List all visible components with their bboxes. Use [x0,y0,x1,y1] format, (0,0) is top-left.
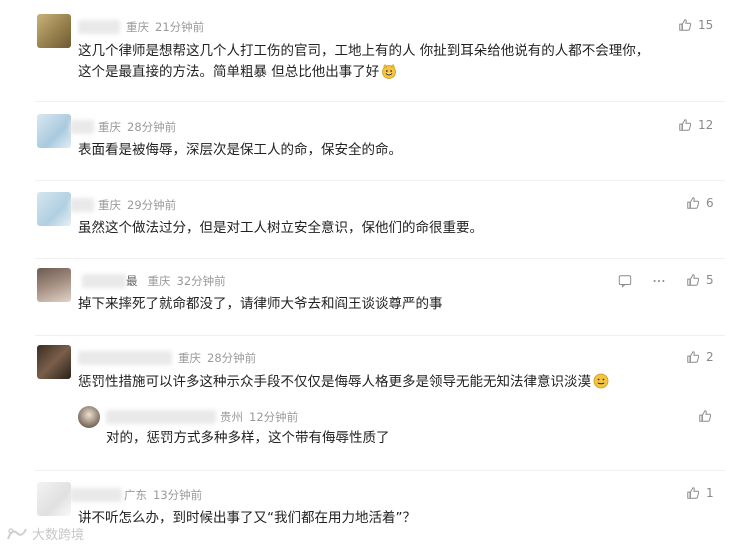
like-count: 12 [698,118,714,132]
comment-text: 惩罚性措施可以许多这种示众手段不仅仅是侮辱人格更多是领导无能无知法律意识淡漠 [78,372,609,393]
like-count: 1 [706,486,714,500]
timestamp: 28分钟前 [127,120,177,134]
avatar[interactable] [37,192,71,226]
username-blurred[interactable] [78,20,120,34]
timestamp: 29分钟前 [127,198,177,212]
location: 贵州 [220,410,243,424]
comment-text-line: 这几个律师是想帮这几个人打工伤的官司，工地上有的人 你扯到耳朵给他说有的人都不会… [78,43,650,59]
avatar[interactable] [37,482,71,516]
thumbs-up-icon [687,351,700,363]
divider [35,101,725,102]
thumbs-up-icon [687,274,700,286]
comment-text: 讲不听怎么办，到时候出事了又“我们都在用力地活着”？ [78,508,416,529]
location: 重庆 [98,120,121,134]
avatar[interactable] [37,268,71,302]
avatar[interactable] [37,14,71,48]
comment-text: 虽然这个做法过分，但是对工人树立安全意识，保他们的命很重要。 [78,218,483,239]
smile-emoji [593,373,609,389]
location: 广东 [124,488,147,502]
thumbs-up-icon [679,19,692,31]
username-blurred[interactable] [70,120,94,134]
comment-meta: 最重庆 32分钟前 [126,273,226,289]
reply-text: 对的，惩罚方式多种多样，这个带有侮辱性质了 [106,428,390,449]
comment-text-line: 讲不听怎么办，到时候出事了又“我们都在用力地活着”？ [78,510,416,526]
comment-text: 这几个律师是想帮这几个人打工伤的官司，工地上有的人 你扯到耳朵给他说有的人都不会… [78,41,649,83]
timestamp: 21分钟前 [155,20,205,34]
thumbs-up-icon [687,487,700,499]
comment-text-line: 这个是最直接的方法。简单粗暴 但总比他出事了好 [78,62,649,83]
divider [35,335,725,336]
comment-meta: 重庆 21分钟前 [126,19,204,35]
timestamp: 13分钟前 [153,488,203,502]
divider [35,258,725,259]
timestamp: 32分钟前 [176,274,226,288]
reply-meta: 贵州 12分钟前 [220,409,298,425]
location: 重庆 [147,274,171,288]
thumbs-up-icon [679,119,692,131]
location: 重庆 [126,20,149,34]
comment-text-line: 惩罚性措施可以许多这种示众手段不仅仅是侮辱人格更多是领导无能无知法律意识淡漠 [78,372,609,393]
reply-icon[interactable] [618,274,632,288]
divider [35,470,725,471]
thumbs-up-icon [699,410,712,422]
username-blurred[interactable] [78,351,172,365]
like-button[interactable]: 5 [686,273,714,287]
reply-text-line: 对的，惩罚方式多种多样，这个带有侮辱性质了 [106,430,390,446]
like-count: 6 [706,196,714,210]
like-button[interactable]: 15 [678,18,713,32]
username-blurred[interactable] [82,274,126,288]
comment-text: 表面看是被侮辱，深层次是保工人的命，保安全的命。 [78,140,402,161]
timestamp: 28分钟前 [207,351,257,365]
grin-cat-emoji [382,63,397,79]
like-button[interactable]: 12 [678,118,713,132]
location: 重庆 [178,351,201,365]
like-button[interactable]: 2 [686,350,714,364]
comment-meta: 广东 13分钟前 [124,487,202,503]
comment-meta: 重庆 29分钟前 [98,197,176,213]
watermark-text: 大数跨境 [32,528,85,543]
like-button[interactable]: 6 [686,196,714,210]
username-suffix[interactable]: 最 [126,274,138,288]
reply-username-blurred[interactable] [106,410,216,424]
like-count: 2 [706,350,714,364]
watermark-logo-icon [7,527,27,539]
like-count: 15 [698,18,714,32]
more-icon[interactable] [652,274,666,288]
location: 重庆 [98,198,121,212]
reply-avatar[interactable] [78,406,100,428]
comment-text-line: 虽然这个做法过分，但是对工人树立安全意识，保他们的命很重要。 [78,220,483,236]
comment-text: 掉下来摔死了就命都没了，请律师大爷去和阎王谈谈尊严的事 [78,294,443,315]
comment-text-line: 表面看是被侮辱，深层次是保工人的命，保安全的命。 [78,142,402,158]
comment-meta: 重庆 28分钟前 [178,350,256,366]
reply-like-button[interactable] [698,409,718,423]
comment-text-line: 掉下来摔死了就命都没了，请律师大爷去和阎王谈谈尊严的事 [78,296,443,312]
avatar[interactable] [37,114,71,148]
avatar[interactable] [37,345,71,379]
like-count: 5 [706,273,714,287]
like-button[interactable]: 1 [686,486,714,500]
timestamp: 12分钟前 [249,410,299,424]
watermark: 大数跨境 [6,524,84,543]
username-blurred[interactable] [70,488,122,502]
thumbs-up-icon [687,197,700,209]
divider [35,180,725,181]
comment-meta: 重庆 28分钟前 [98,119,176,135]
username-blurred[interactable] [70,198,94,212]
